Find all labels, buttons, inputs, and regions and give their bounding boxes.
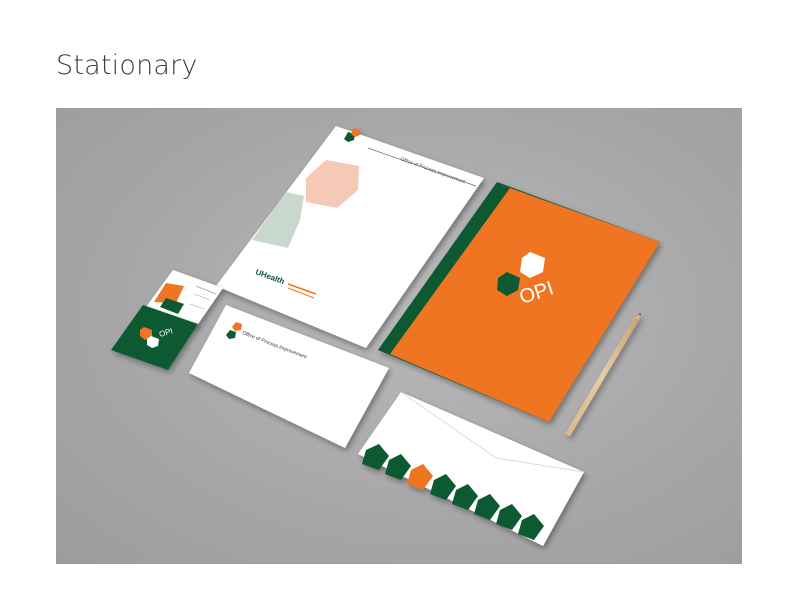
- stationery-mockup-image: Office of Process Improvement UHealth OP…: [56, 108, 742, 564]
- page-title: Stationary: [56, 50, 198, 81]
